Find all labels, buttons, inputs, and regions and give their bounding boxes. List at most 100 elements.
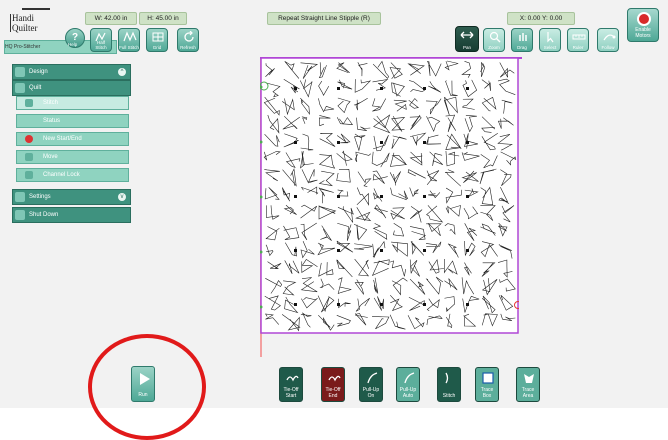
refresh-icon xyxy=(184,31,194,42)
repeat-marker xyxy=(337,249,340,252)
half-stitch-button[interactable]: Half Stitch xyxy=(90,28,112,52)
repeat-marker xyxy=(423,87,426,90)
pull-up-auto-icon xyxy=(404,372,415,384)
quilt-boundary xyxy=(260,57,519,334)
repeat-marker xyxy=(294,141,297,144)
tie-off-start-button[interactable]: Tie-Off Start xyxy=(279,367,303,402)
select-icon xyxy=(547,32,554,43)
quilt-panel-header[interactable]: Quilt xyxy=(12,80,131,96)
full-stitch-label: Full Stitch xyxy=(119,45,139,50)
follow-button[interactable]: Follow xyxy=(597,28,619,52)
sidebar-item-channel-lock[interactable]: Channel Lock xyxy=(16,168,129,182)
stitch-button[interactable]: Stitch xyxy=(437,367,461,402)
trace-area-icon xyxy=(524,374,534,383)
pattern-title: Repeat Straight Line Stipple (R) xyxy=(267,12,381,25)
sidebar-item-label: Channel Lock xyxy=(43,172,80,178)
pan-arrows-icon xyxy=(460,31,474,39)
start-end-icon xyxy=(25,135,33,143)
move-icon xyxy=(25,153,33,161)
width-field[interactable]: W: 42.00 in xyxy=(85,12,137,25)
select-button[interactable]: Select xyxy=(539,28,561,52)
repeat-marker xyxy=(337,141,340,144)
ruler-button[interactable]: Ruler xyxy=(567,28,589,52)
repeat-marker xyxy=(466,195,469,198)
drag-icon xyxy=(519,33,527,41)
trace-area-button[interactable]: Trace Area xyxy=(516,367,540,402)
grid-label: Grid xyxy=(152,45,162,50)
sidebar-item-label: Status xyxy=(43,118,61,124)
design-label: Design xyxy=(29,69,48,75)
select-label: Select xyxy=(543,45,557,50)
tie-off-start-icon xyxy=(286,375,299,382)
zoom-label: Zoom xyxy=(488,45,500,50)
bottom-button-label: Trace Area xyxy=(521,387,535,399)
repeat-marker xyxy=(380,303,383,306)
repeat-marker xyxy=(466,303,469,306)
pan-label: Pan xyxy=(462,45,471,50)
zoom-button[interactable]: Zoom xyxy=(483,28,505,52)
collapse-chevron-icon[interactable]: ^ xyxy=(118,68,126,76)
height-field[interactable]: H: 45.00 in xyxy=(139,12,187,25)
repeat-marker xyxy=(380,195,383,198)
drag-label: Drag xyxy=(517,45,527,50)
pull-up-on-icon xyxy=(367,372,378,384)
trace-box-button[interactable]: Trace Box xyxy=(475,367,499,402)
repeat-marker xyxy=(380,141,383,144)
repeat-marker xyxy=(337,195,340,198)
sidebar-item-status[interactable]: Status xyxy=(16,114,129,128)
enable-motors-button[interactable]: Enable Motors xyxy=(627,8,659,42)
repeat-marker xyxy=(337,87,340,90)
drag-button[interactable]: Drag xyxy=(511,28,533,52)
tie-off-end-button[interactable]: Tie-Off End xyxy=(321,367,345,402)
logo-line2: Quilter xyxy=(12,23,38,33)
repeat-marker xyxy=(423,195,426,198)
expand-chevron-icon[interactable]: v xyxy=(118,193,126,201)
shutdown-label: Shut Down xyxy=(29,212,59,218)
design-icon xyxy=(15,67,25,77)
repeat-marker xyxy=(294,195,297,198)
bottom-button-label: Pull-Up On xyxy=(362,387,380,399)
repeat-marker xyxy=(466,249,469,252)
ruler-label: Ruler xyxy=(572,45,584,50)
refresh-label: Refresh xyxy=(180,45,196,50)
bottom-button-label: Stitch xyxy=(442,392,456,399)
sidebar-item-label: Move xyxy=(43,154,58,160)
full-stitch-button[interactable]: Full Stitch xyxy=(118,28,140,52)
sidebar-item-stitch[interactable]: Stitch xyxy=(16,96,129,110)
design-panel-header[interactable]: Design ^ xyxy=(12,64,131,80)
pull-up-on-button[interactable]: Pull-Up On xyxy=(359,367,383,402)
enable-motors-label: Enable Motors xyxy=(635,27,651,39)
logo-line1: Handi xyxy=(12,13,34,23)
power-icon xyxy=(15,210,25,220)
repeat-marker xyxy=(380,87,383,90)
refresh-button[interactable]: Refresh xyxy=(177,28,199,52)
bottom-button-label: Trace Box xyxy=(480,387,494,399)
shutdown-button[interactable]: Shut Down xyxy=(12,207,131,223)
ruler-icon xyxy=(572,34,586,40)
settings-panel-header[interactable]: Settings v xyxy=(12,189,131,205)
sidebar-item-move[interactable]: Move xyxy=(16,150,129,164)
repeat-marker xyxy=(466,141,469,144)
stitch-icon xyxy=(25,99,33,107)
grid-icon xyxy=(152,32,164,42)
quilt-icon xyxy=(15,83,25,93)
repeat-marker xyxy=(294,87,297,90)
pull-up-auto-button[interactable]: Pull-Up Auto xyxy=(396,367,420,402)
app-window: Handi Quilter HQ Pro-Stitcher W: 42.00 i… xyxy=(0,0,668,408)
coordinates-readout: X: 0.00 Y: 0.00 xyxy=(507,12,575,25)
trace-box-icon xyxy=(482,372,494,384)
grid-button[interactable]: Grid xyxy=(146,28,168,52)
quilt-label: Quilt xyxy=(29,85,42,91)
bottom-button-label: Pull-Up Auto xyxy=(399,387,417,399)
sidebar-item-new-start-end[interactable]: New Start/End xyxy=(16,132,129,146)
logo-bar xyxy=(22,8,50,10)
channel-lock-icon xyxy=(25,171,33,179)
pan-button[interactable]: Pan xyxy=(455,26,479,52)
follow-icon xyxy=(603,34,616,41)
logo-stroke xyxy=(10,14,11,32)
red-annotation-circle xyxy=(88,334,206,440)
sidebar-item-label: Stitch xyxy=(43,100,59,106)
settings-icon xyxy=(15,192,25,202)
quilt-canvas[interactable] xyxy=(259,57,522,334)
follow-label: Follow xyxy=(601,45,615,50)
